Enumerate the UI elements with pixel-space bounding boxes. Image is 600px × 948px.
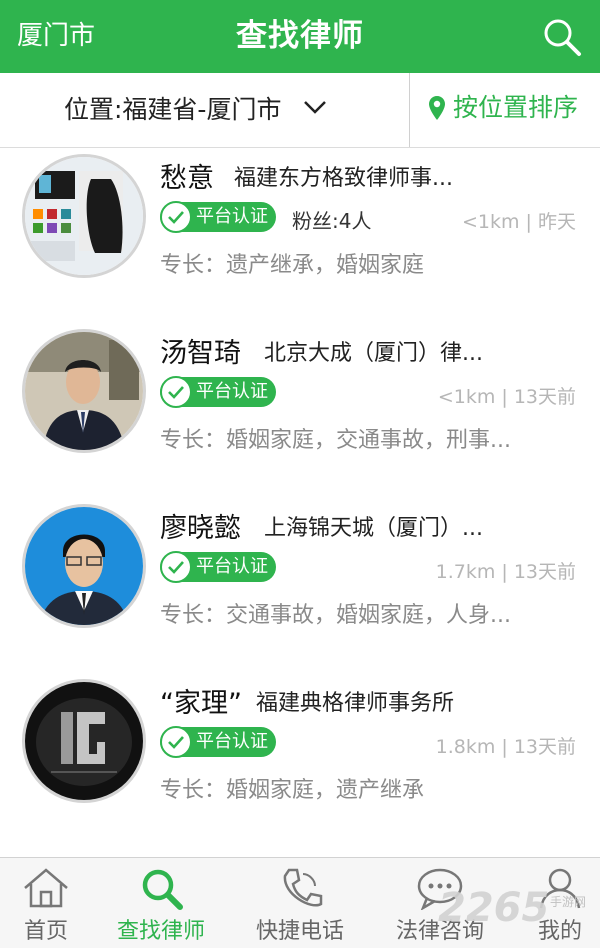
distance-time: <1km | 昨天 — [461, 211, 576, 233]
lawyer-name: 廖晓懿 — [160, 513, 241, 544]
filter-bar: 位置:福建省-厦门市 按位置排序 — [0, 73, 600, 148]
law-firm: 上海锦天城（厦门）... — [264, 516, 483, 541]
location-filter[interactable]: 位置:福建省-厦门市 — [64, 73, 281, 147]
search-icon[interactable] — [542, 17, 582, 57]
distance-time: 1.7km | 13天前 — [435, 561, 576, 583]
check-icon — [160, 201, 192, 233]
watermark-sub: 手游网 — [550, 895, 587, 909]
avatar — [22, 154, 146, 278]
verified-badge: 平台认证 — [160, 376, 276, 408]
verified-label: 平台认证 — [196, 381, 268, 402]
check-icon — [160, 551, 192, 583]
watermark: 2265 手游网 — [432, 863, 600, 948]
list-item[interactable]: 愁意 福建东方格致律师事... 平台认证 粉丝:4人 <1km | 昨天 专长：… — [0, 148, 600, 324]
fans-count: 粉丝:4人 — [292, 209, 372, 233]
tab-home[interactable]: 首页 — [0, 858, 92, 948]
verified-badge: 平台认证 — [160, 551, 276, 583]
verified-badge: 平台认证 — [160, 726, 276, 758]
avatar — [22, 679, 146, 803]
bottom-nav: 首页 查找律师 快捷电话 法律咨询 我的 2265 手游网 — [0, 857, 600, 948]
avatar — [22, 329, 146, 453]
watermark-number: 2265 — [438, 885, 550, 931]
check-icon — [160, 726, 192, 758]
lawyer-name: “家理” — [160, 688, 242, 719]
tab-quick-call[interactable]: 快捷电话 — [240, 858, 360, 948]
app-header: 厦门市 查找律师 — [0, 0, 600, 73]
list-item[interactable]: 廖晓懿 上海锦天城（厦门）... 平台认证 1.7km | 13天前 专长：交通… — [0, 498, 600, 674]
verified-label: 平台认证 — [196, 206, 268, 227]
specialty: 专长：婚姻家庭，交通事故，刑事... — [160, 428, 511, 453]
list-item[interactable]: “家理” 福建典格律师事务所 平台认证 1.8km | 13天前 专长：婚姻家庭… — [0, 673, 600, 849]
page-title: 查找律师 — [236, 18, 364, 54]
law-firm: 福建东方格致律师事... — [234, 166, 453, 191]
location-pin-icon — [428, 95, 446, 121]
lawyer-name: 愁意 — [160, 163, 214, 194]
tab-label: 快捷电话 — [255, 919, 344, 944]
lawyer-name: 汤智琦 — [160, 338, 241, 369]
specialty: 专长：交通事故，婚姻家庭，人身... — [160, 603, 511, 628]
tab-find-lawyer[interactable]: 查找律师 — [102, 858, 220, 948]
home-icon — [21, 866, 71, 910]
phone-icon — [275, 866, 325, 910]
chevron-down-icon[interactable] — [302, 97, 328, 117]
tab-label: 首页 — [23, 919, 68, 944]
avatar — [22, 504, 146, 628]
specialty: 专长：遗产继承，婚姻家庭 — [160, 253, 425, 278]
distance-time: <1km | 13天前 — [437, 386, 576, 408]
search-icon — [136, 866, 186, 910]
verified-label: 平台认证 — [196, 731, 268, 752]
tab-label: 查找律师 — [116, 919, 205, 944]
law-firm: 北京大成（厦门）律... — [264, 341, 483, 366]
law-firm: 福建典格律师事务所 — [256, 691, 455, 716]
list-item[interactable]: 汤智琦 北京大成（厦门）律... 平台认证 <1km | 13天前 专长：婚姻家… — [0, 323, 600, 499]
sort-by-location-button[interactable]: 按位置排序 — [453, 73, 578, 143]
divider — [409, 73, 410, 147]
distance-time: 1.8km | 13天前 — [435, 736, 576, 758]
verified-badge: 平台认证 — [160, 201, 276, 233]
check-icon — [160, 376, 192, 408]
specialty: 专长：婚姻家庭，遗产继承 — [160, 778, 425, 803]
verified-label: 平台认证 — [196, 556, 268, 577]
